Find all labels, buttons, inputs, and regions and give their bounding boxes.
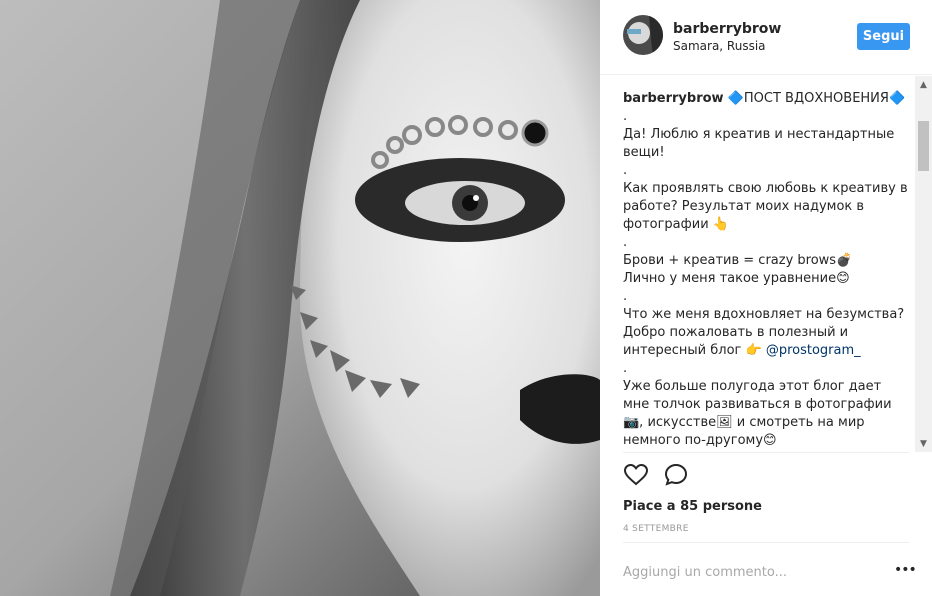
divider — [623, 542, 909, 543]
post-date: 4 SETTEMBRE — [623, 524, 689, 534]
heart-icon[interactable] — [623, 462, 649, 488]
avatar[interactable] — [623, 15, 663, 55]
post-photo[interactable] — [0, 0, 600, 596]
username-link[interactable]: barberrybrow — [673, 21, 781, 37]
scrollbar-thumb[interactable] — [918, 121, 929, 171]
caption-scroll-area[interactable]: barberrybrow 🔷ПОСТ ВДОХНОВЕНИЯ🔷 . Да! Лю… — [623, 90, 909, 452]
comment-input[interactable] — [623, 562, 873, 582]
post-window: barberrybrow Samara, Russia Segui barber… — [0, 0, 932, 596]
more-options-button[interactable]: ••• — [894, 562, 917, 578]
comment-icon[interactable] — [663, 462, 689, 488]
likes-count[interactable]: Piace a 85 persone — [623, 499, 762, 514]
caption-text-lead: 🔷ПОСТ ВДОХНОВЕНИЯ🔷 . Да! Люблю я креатив… — [623, 91, 908, 358]
scroll-up-arrow-icon[interactable]: ▲ — [915, 76, 932, 93]
caption-scrollbar[interactable]: ▲ ▼ — [915, 76, 932, 452]
caption: barberrybrow 🔷ПОСТ ВДОХНОВЕНИЯ🔷 . Да! Лю… — [623, 90, 909, 450]
divider — [623, 452, 909, 453]
post-header: barberrybrow Samara, Russia Segui — [600, 0, 932, 75]
post-details-panel: barberrybrow Samara, Russia Segui barber… — [600, 0, 932, 596]
caption-mention-link[interactable]: @prostogram_ — [766, 343, 861, 358]
follow-button[interactable]: Segui — [857, 23, 910, 50]
caption-text-tail: . Уже больше полугода этот блог дает мне… — [623, 361, 892, 448]
location-link[interactable]: Samara, Russia — [673, 39, 766, 53]
scroll-down-arrow-icon[interactable]: ▼ — [915, 435, 932, 452]
caption-username[interactable]: barberrybrow — [623, 91, 724, 106]
